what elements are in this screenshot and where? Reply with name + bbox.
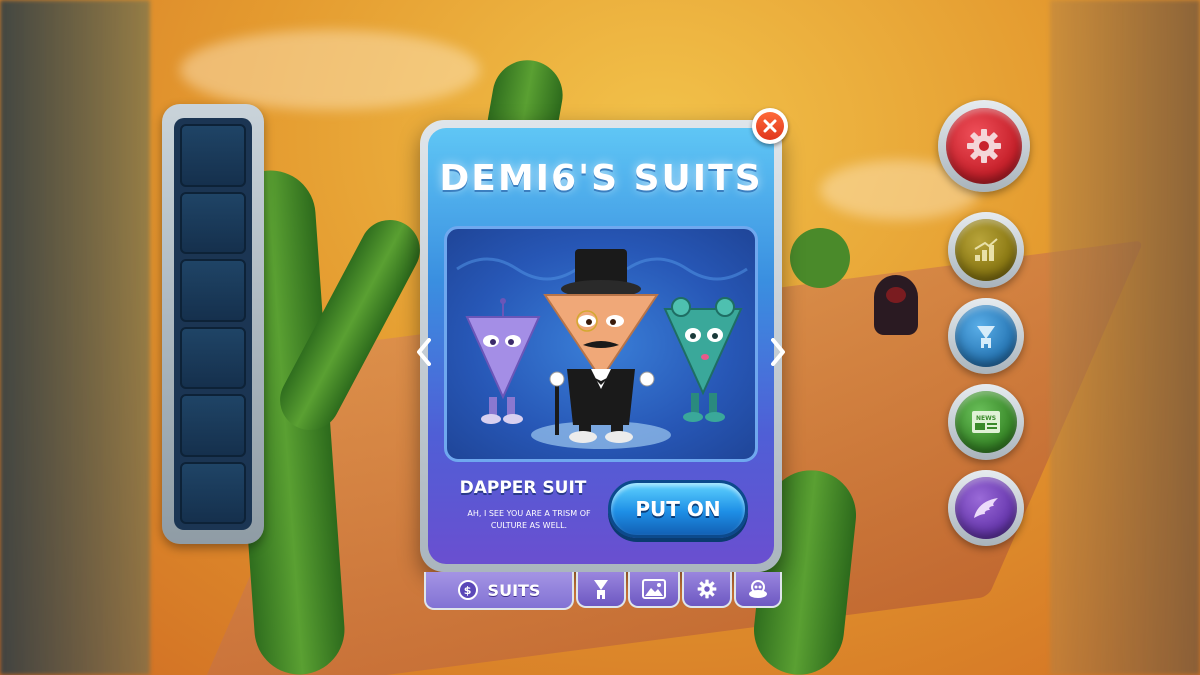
inventory-slot[interactable]	[180, 326, 246, 389]
rug	[531, 421, 671, 449]
coin-icon: $	[457, 580, 478, 600]
modal-title: DEMI6'S SUITS	[439, 158, 763, 199]
wing-button[interactable]	[948, 470, 1024, 546]
image-icon	[642, 579, 666, 599]
inventory-slot[interactable]	[180, 394, 246, 457]
gear-icon	[697, 579, 717, 599]
character-icon	[977, 326, 995, 348]
tab-suits[interactable]: $ SUITS	[424, 572, 574, 610]
chevron-right-icon	[771, 338, 785, 366]
tab-settings[interactable]	[682, 572, 732, 608]
modal-body: DEMI6'S SUITS DAPPER SUIT AH, I SEE YOU …	[428, 128, 774, 564]
character-icon	[594, 580, 608, 599]
close-button-face	[756, 112, 784, 140]
settings-button[interactable]	[938, 100, 1030, 192]
green-suit-character[interactable]	[663, 297, 743, 422]
cloud	[180, 30, 480, 110]
suit-name: DAPPER SUIT	[459, 478, 587, 498]
right-vignette	[1050, 0, 1200, 675]
news-button[interactable]: NEWS	[948, 384, 1024, 460]
alien-icon	[749, 580, 767, 598]
suit-characters	[456, 249, 748, 449]
palm-tree	[790, 228, 850, 288]
close-icon	[763, 119, 777, 133]
inventory-panel	[162, 104, 264, 544]
suits-modal: DEMI6'S SUITS DAPPER SUIT AH, I SEE YOU …	[420, 120, 782, 572]
tab-suits-label: SUITS	[487, 580, 541, 600]
suit-showcase	[444, 226, 758, 462]
inventory-slot[interactable]	[180, 191, 246, 254]
put-on-button[interactable]: PUT ON	[608, 480, 748, 538]
news-icon: NEWS	[972, 411, 1000, 433]
wing-icon	[974, 498, 998, 518]
character-button[interactable]	[948, 298, 1024, 374]
news-label: NEWS	[976, 415, 996, 422]
inventory-slots	[174, 118, 252, 530]
tab-character[interactable]	[576, 572, 626, 608]
left-vignette	[0, 0, 150, 675]
hooded-figure	[874, 275, 918, 335]
suit-description: AH, I SEE YOU ARE A TRISM OF CULTURE AS …	[467, 509, 591, 530]
chevron-left-icon	[417, 338, 431, 366]
close-button[interactable]	[752, 108, 788, 144]
tab-image[interactable]	[628, 572, 680, 608]
tab-alien[interactable]	[734, 572, 782, 608]
stats-icon	[974, 238, 998, 261]
next-suit-button[interactable]	[768, 332, 788, 372]
stats-button[interactable]	[948, 212, 1024, 288]
inventory-slot[interactable]	[180, 259, 246, 322]
inventory-slot[interactable]	[180, 461, 246, 524]
previous-suit-button[interactable]	[414, 332, 434, 372]
gear-icon	[967, 129, 1001, 163]
purple-suit-character[interactable]	[465, 298, 541, 424]
inventory-slot[interactable]	[180, 124, 246, 187]
